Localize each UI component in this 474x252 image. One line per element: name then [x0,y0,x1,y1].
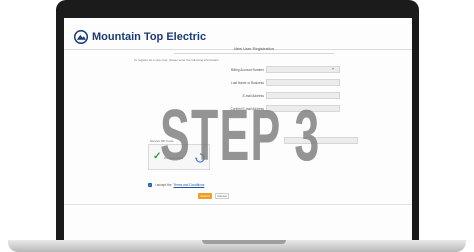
last-name-label: Last Name or Business [231,81,264,85]
terms-text: I accept the [155,183,172,187]
billing-account-row: Billing Account Number ▾ [134,66,340,74]
footer-divider [64,204,412,205]
chevron-down-icon: ▾ [332,66,335,71]
step-overlay-text: STEP 3 [160,96,321,176]
intro-text: To register as a new user, please enter … [134,58,219,62]
cancel-button[interactable]: Cancel [215,193,229,199]
laptop-notch [202,240,286,244]
submit-button[interactable]: Submit [198,193,212,199]
billing-account-field[interactable] [266,66,340,73]
title-divider [174,53,334,54]
mountain-logo-icon [74,30,88,44]
terms-checkbox[interactable]: ✓ [148,183,152,187]
laptop-base [8,240,466,252]
page-title: New User Registration [233,46,274,51]
terms-link[interactable]: Terms and Conditions [173,183,204,187]
terms-row: ✓ I accept the Terms and Conditions [148,183,204,187]
billing-account-label: Billing Account Number [231,68,264,72]
last-name-field[interactable] [266,79,340,86]
site-header: Mountain Top Electric [74,28,206,46]
brand-name[interactable]: Mountain Top Electric [92,31,206,43]
last-name-row: Last Name or Business [134,79,340,87]
